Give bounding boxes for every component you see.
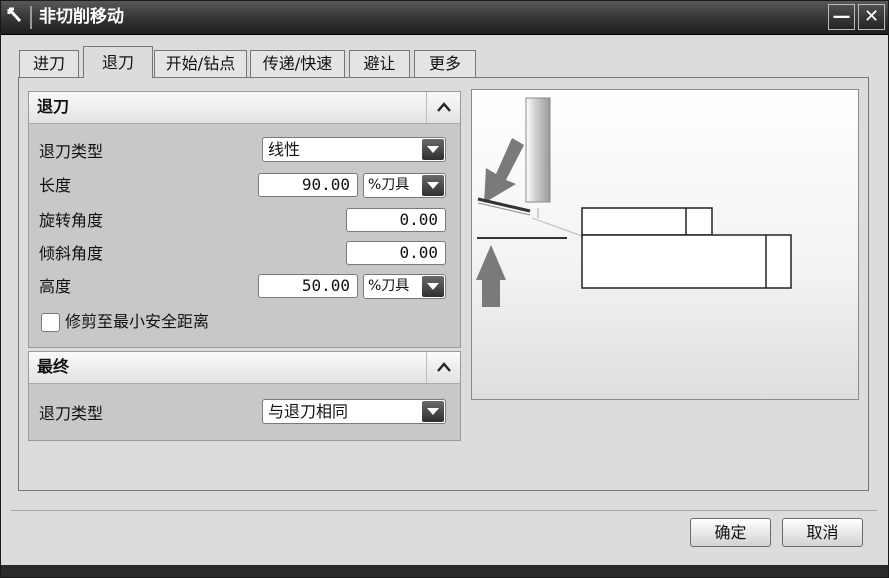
minimize-button[interactable]: — (828, 4, 855, 30)
tool-icon (5, 5, 27, 29)
title-separator (30, 6, 32, 29)
tab-transfer-rapid[interactable]: 传递/快速 (250, 50, 345, 77)
tab-engage[interactable]: 进刀 (19, 50, 79, 77)
cancel-button[interactable]: 取消 (782, 518, 863, 547)
length-input[interactable]: 90.00 (258, 173, 358, 197)
length-unit-select[interactable]: %刀具 (363, 173, 446, 198)
height-input[interactable]: 50.00 (258, 274, 358, 298)
tab-start-drill-points[interactable]: 开始/钻点 (154, 50, 247, 77)
dropdown-arrow-icon[interactable] (422, 276, 444, 297)
title-bar[interactable]: 非切削移动 — ✕ (1, 1, 888, 35)
length-unit-value: %刀具 (368, 177, 410, 193)
minimize-icon: — (832, 6, 851, 27)
tab-avoidance[interactable]: 避让 (349, 50, 410, 77)
close-button[interactable]: ✕ (858, 4, 885, 30)
dialog-window: 非切削移动 — ✕ 进刀 退刀 开始/钻点 传递/快速 避让 更多 退刀 退刀类… (0, 0, 889, 578)
final-retract-type-value: 与退刀相同 (268, 402, 349, 421)
chevron-up-icon[interactable] (426, 92, 460, 123)
retract-preview-diagram (471, 89, 859, 400)
retract-type-label: 退刀类型 (39, 142, 104, 161)
bottom-frame (1, 565, 888, 577)
retract-group-header[interactable]: 退刀 (29, 92, 460, 124)
final-group-header[interactable]: 最终 (29, 352, 460, 384)
tilt-angle-input[interactable]: 0.00 (346, 241, 446, 265)
dropdown-arrow-icon[interactable] (422, 139, 444, 160)
trim-to-clearance-checkbox[interactable] (41, 313, 60, 332)
ok-button[interactable]: 确定 (690, 518, 771, 547)
height-label: 高度 (39, 277, 72, 296)
retract-group-title: 退刀 (37, 97, 70, 116)
approach-arrow-icon (476, 245, 506, 307)
dropdown-arrow-icon[interactable] (422, 401, 444, 422)
final-group: 最终 退刀类型 与退刀相同 (28, 351, 461, 441)
trim-to-clearance-label: 修剪至最小安全距离 (65, 312, 210, 331)
height-unit-value: %刀具 (368, 278, 410, 294)
length-label: 长度 (39, 176, 72, 195)
retract-type-select[interactable]: 线性 (262, 137, 446, 162)
retract-arrow-icon (484, 138, 524, 203)
tab-more[interactable]: 更多 (414, 50, 476, 77)
rotation-angle-label: 旋转角度 (39, 211, 104, 230)
retract-group: 退刀 退刀类型 线性 长度 90.00 %刀具 旋转角度 0.00 倾斜角度 0… (28, 91, 461, 348)
final-retract-type-label: 退刀类型 (39, 404, 104, 423)
retract-type-value: 线性 (268, 140, 301, 159)
tab-retract[interactable]: 退刀 (83, 46, 153, 78)
final-group-title: 最终 (37, 357, 70, 376)
height-unit-select[interactable]: %刀具 (363, 274, 446, 299)
tool-cylinder (525, 97, 551, 203)
dropdown-arrow-icon[interactable] (422, 175, 444, 196)
final-retract-type-select[interactable]: 与退刀相同 (262, 399, 446, 424)
chevron-up-icon[interactable] (426, 352, 460, 383)
window-title: 非切削移动 (39, 7, 124, 27)
guide-line (531, 217, 583, 237)
part-geometry (581, 207, 792, 289)
footer-separator (11, 510, 877, 511)
close-icon: ✕ (863, 6, 880, 27)
tilt-angle-label: 倾斜角度 (39, 244, 104, 263)
rotation-angle-input[interactable]: 0.00 (346, 208, 446, 232)
